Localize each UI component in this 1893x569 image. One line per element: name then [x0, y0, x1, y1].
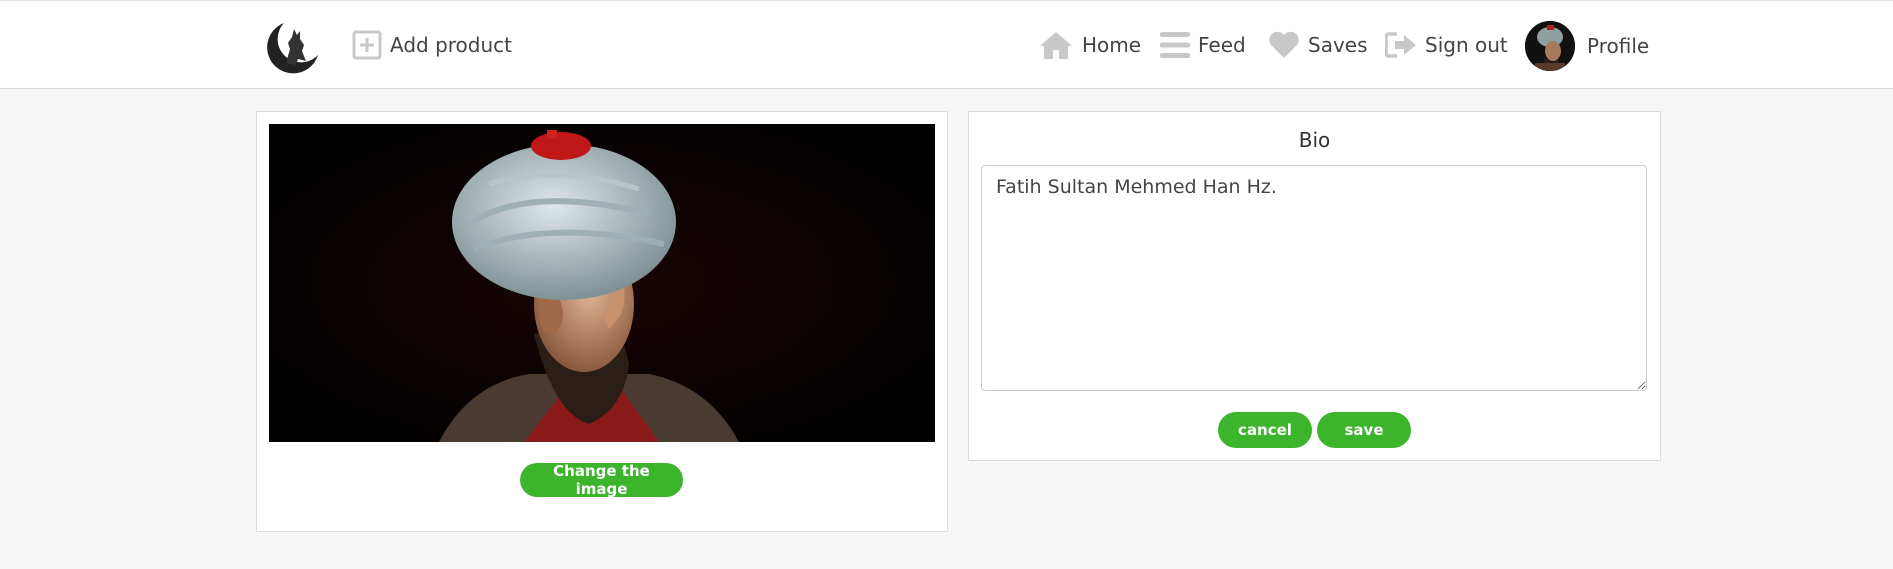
nav-sign-out-label: Sign out: [1425, 33, 1508, 57]
nav-home-label: Home: [1082, 33, 1142, 57]
nav-saves-label: Saves: [1308, 33, 1368, 57]
wolf-moon-logo-icon[interactable]: [262, 15, 322, 77]
change-image-button[interactable]: Change the image: [520, 462, 683, 498]
top-navbar: Add product Home Feed Saves Sign out Pro…: [0, 0, 1893, 89]
add-product-link[interactable]: Add product: [352, 23, 512, 67]
nav-feed-link[interactable]: Feed: [1160, 23, 1246, 67]
nav-saves-link[interactable]: Saves: [1268, 23, 1368, 67]
nav-sign-out-link[interactable]: Sign out: [1385, 23, 1508, 67]
cancel-button[interactable]: cancel: [1218, 412, 1312, 448]
nav-feed-label: Feed: [1198, 33, 1246, 57]
sign-out-icon: [1385, 31, 1417, 59]
bio-textarea[interactable]: Fatih Sultan Mehmed Han Hz.: [981, 165, 1647, 391]
plus-square-icon: [352, 30, 382, 60]
home-icon: [1038, 30, 1074, 60]
bars-icon: [1160, 30, 1190, 60]
nav-home-link[interactable]: Home: [1038, 23, 1141, 67]
image-card: Change the image: [256, 111, 948, 532]
bio-title: Bio: [1298, 128, 1331, 152]
save-button[interactable]: save: [1317, 412, 1411, 448]
nav-profile-link[interactable]: Profile: [1525, 20, 1649, 72]
bio-card: Bio Fatih Sultan Mehmed Han Hz. cancel s…: [968, 111, 1661, 461]
avatar: [1525, 21, 1575, 71]
heart-icon: [1268, 31, 1300, 59]
add-product-label: Add product: [390, 33, 513, 57]
nav-profile-label: Profile: [1587, 34, 1650, 58]
profile-image: [269, 124, 935, 442]
